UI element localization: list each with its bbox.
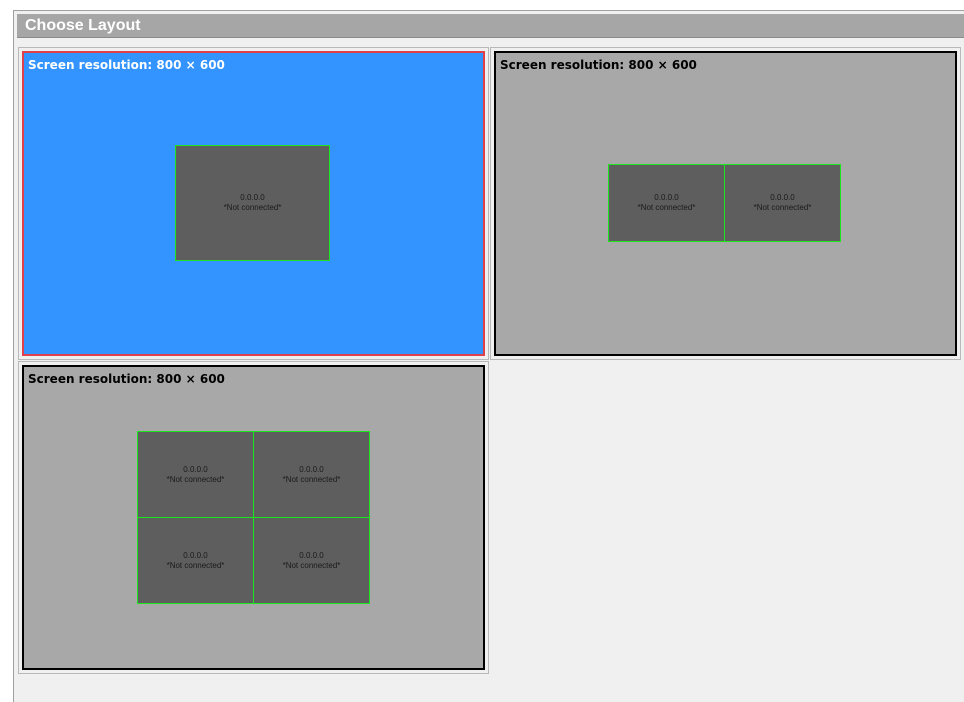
monitor-status: *Not connected* [223,203,282,212]
monitor-tile: 0.0.0.0 *Not connected* [175,145,330,261]
resolution-label: Screen resolution: 800 × 600 [28,58,225,72]
layout-preview-single[interactable]: Screen resolution: 800 × 600 0.0.0.0 *No… [22,51,485,356]
monitor-ip: 0.0.0.0 [240,193,265,202]
layout-option-1[interactable]: Screen resolution: 800 × 600 0.0.0.0 *No… [18,47,489,360]
layout-preview-dual[interactable]: Screen resolution: 800 × 600 0.0.0.0 *No… [494,51,957,356]
layout-grid: Screen resolution: 800 × 600 0.0.0.0 *No… [18,47,962,677]
monitor-status: *Not connected* [637,203,696,212]
monitor-ip: 0.0.0.0 [770,193,795,202]
monitor-ip: 0.0.0.0 [183,464,208,474]
monitor-tile: 0.0.0.0 *Not connected* [137,517,254,604]
layout-option-2[interactable]: Screen resolution: 800 × 600 0.0.0.0 *No… [490,47,961,360]
layout-preview-quad[interactable]: Screen resolution: 800 × 600 0.0.0.0 *No… [22,365,485,670]
title-bar: Choose Layout [17,14,964,38]
window-title: Choose Layout [25,17,141,34]
monitor-status: *Not connected* [753,203,812,212]
monitor-tile: 0.0.0.0 *Not connected* [608,164,725,242]
monitor-tile: 0.0.0.0 *Not connected* [137,431,254,518]
layout-option-3[interactable]: Screen resolution: 800 × 600 0.0.0.0 *No… [18,361,489,674]
resolution-label: Screen resolution: 800 × 600 [500,58,697,72]
monitor-ip: 0.0.0.0 [299,464,324,474]
monitor-status: *Not connected* [282,474,341,484]
monitor-tile: 0.0.0.0 *Not connected* [253,431,370,518]
monitor-ip: 0.0.0.0 [183,550,208,560]
monitor-ip: 0.0.0.0 [299,550,324,560]
choose-layout-window: Choose Layout Screen resolution: 800 × 6… [13,10,964,702]
monitor-tile: 0.0.0.0 *Not connected* [724,164,841,242]
monitor-tile: 0.0.0.0 *Not connected* [253,517,370,604]
monitor-ip: 0.0.0.0 [654,193,679,202]
monitor-status: *Not connected* [166,560,225,570]
monitor-status: *Not connected* [166,474,225,484]
monitor-status: *Not connected* [282,560,341,570]
resolution-label: Screen resolution: 800 × 600 [28,372,225,386]
